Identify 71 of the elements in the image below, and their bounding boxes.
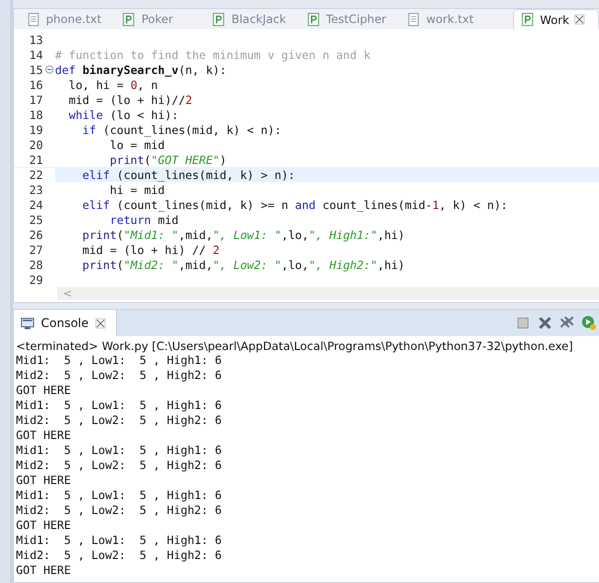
line-number: 29 <box>29 272 43 286</box>
code-line: def binarySearch_v(n, k): <box>55 62 226 76</box>
collapse-icon[interactable] <box>44 65 54 74</box>
code-line: # function to find the minimum v given n and k <box>55 48 370 62</box>
line-number: 17 <box>29 92 43 106</box>
code-line: hi = mid <box>108 182 165 196</box>
line-number: 21 <box>29 152 43 166</box>
monitor-icon <box>20 316 35 330</box>
code-line: mid = (lo + hi)//2 <box>68 92 192 106</box>
line-number: 26 <box>29 228 43 242</box>
line-number: 13 <box>29 32 43 46</box>
script-file-icon <box>520 12 535 27</box>
console-tab[interactable]: Console <box>14 310 117 336</box>
console-output-line: GOT HERE <box>16 383 72 398</box>
line-number: 25 <box>29 212 43 226</box>
line-number: 28 <box>29 258 43 272</box>
console-output-line: Mid2: 5 , Low2: 5 , High2: 6 <box>16 503 223 518</box>
code-line: print("Mid1: ",mid,", Low1: ",lo,", High1:",hi) <box>81 228 405 242</box>
horizontal-scrollbar[interactable]: < <box>57 287 599 300</box>
line-number: 27 <box>29 242 43 256</box>
code-line: elif (count_lines(mid, k) >= n and count_lines(mid-1, k) < n): <box>81 198 508 212</box>
editor-tab[interactable]: TestCipher <box>300 9 398 29</box>
editor-tab[interactable]: work.txt <box>400 9 488 29</box>
console-output-line: Mid1: 5 , Low1: 5 , High1: 6 <box>16 488 223 503</box>
line-number: 23 <box>29 182 43 196</box>
code-line: lo = mid <box>108 138 165 152</box>
text-file-icon <box>406 12 422 26</box>
line-number: 14 <box>29 48 43 62</box>
close-icon[interactable] <box>574 14 586 25</box>
code-line: return mid <box>108 212 178 226</box>
editor-tab[interactable]: BlackJack <box>205 9 298 29</box>
console-output-line: GOT HERE <box>16 428 72 443</box>
remove-icon[interactable] <box>537 315 553 331</box>
console-output-line: GOT HERE <box>16 563 72 578</box>
code-line: mid = (lo + hi) // 2 <box>81 242 220 256</box>
code-line: print("Mid2: ",mid,", Low2: ",lo,", High2:",hi) <box>81 258 405 272</box>
editor-tab[interactable]: phone.txt <box>20 9 114 29</box>
scroll-left-arrow[interactable]: < <box>57 287 78 300</box>
console-output-line: Mid1: 5 , Low1: 5 , High1: 6 <box>16 443 223 458</box>
close-icon[interactable] <box>94 318 106 328</box>
console-output-line: Mid2: 5 , Low2: 5 , High2: 6 <box>16 368 223 383</box>
script-file-icon <box>306 12 322 26</box>
console-output-line: Mid2: 5 , Low2: 5 , High2: 6 <box>16 413 223 428</box>
line-number: 24 <box>29 198 43 212</box>
line-number: 18 <box>29 108 43 122</box>
code-line: elif (count_lines(mid, k) > n): <box>81 168 296 182</box>
code-line: while (lo < hi): <box>68 108 178 122</box>
line-number: 15 <box>29 62 43 76</box>
editor-tab[interactable]: Poker <box>115 9 204 29</box>
line-number: 22 <box>29 168 43 182</box>
console-output-line: Mid1: 5 , Low1: 5 , High1: 6 <box>16 533 223 548</box>
script-file-icon <box>211 12 226 26</box>
console-output-line: Mid1: 5 , Low1: 5 , High1: 6 <box>16 398 223 413</box>
console-output-line: Mid2: 5 , Low2: 5 , High2: 6 <box>16 458 223 473</box>
code-line: lo, hi = 0, n <box>68 78 158 92</box>
line-number: 19 <box>29 122 43 136</box>
terminate-icon[interactable] <box>515 315 531 331</box>
line-number: 16 <box>29 78 43 92</box>
console-tab-label: Console <box>41 316 89 330</box>
process-status: <terminated> Work.py [C:\Users\pearl\AppData\Local\Programs\Python\Python37-32\python.exe] <box>15 338 574 353</box>
editor-tab[interactable]: Work <box>513 9 599 29</box>
code-line: if (count_lines(mid, k) < n): <box>81 122 282 136</box>
console-output-line: Mid1: 5 , Low1: 5 , High1: 6 <box>16 353 223 368</box>
script-file-icon <box>121 12 136 26</box>
run-icon[interactable] <box>581 315 597 331</box>
code-line: print("GOT HERE") <box>108 152 226 166</box>
console-output-line: Mid2: 5 , Low2: 5 , High2: 6 <box>16 548 223 563</box>
console-output-line: GOT HERE <box>16 473 72 488</box>
console-output-line: GOT HERE <box>16 518 72 533</box>
text-file-icon <box>26 12 41 26</box>
line-number: 20 <box>29 138 43 152</box>
